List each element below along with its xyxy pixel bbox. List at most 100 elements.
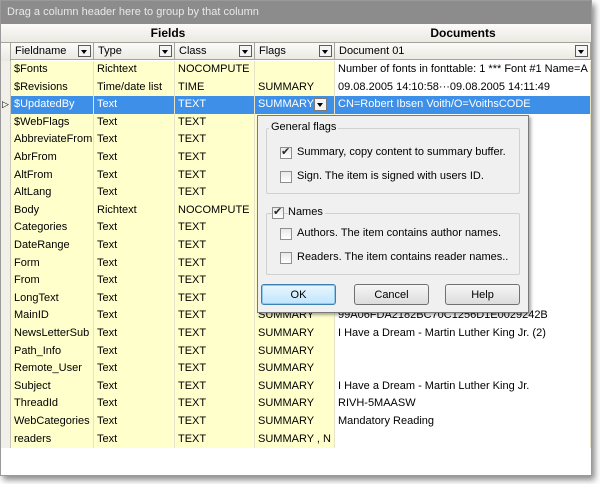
cell-fieldname[interactable]: NewsLetterSub	[11, 325, 94, 343]
cell-flags[interactable]: SUMMARY	[255, 360, 335, 378]
row-indicator[interactable]	[1, 325, 11, 343]
names-checkbox-label[interactable]: Names	[288, 206, 325, 218]
cell-flags[interactable]: SUMMARY	[255, 342, 335, 361]
cell-class[interactable]: NOCOMPUTE	[175, 201, 255, 220]
fieldname-filter-dropdown-icon[interactable]	[78, 45, 91, 57]
table-row[interactable]: ▷ $UpdatedBy Text TEXT SUMMARY CN=Robert Ibse…	[1, 96, 591, 114]
cell-document[interactable]: CN=Robert Ibsen Voith/O=VoithsCODE	[335, 96, 591, 114]
column-header-type[interactable]: Type	[94, 43, 175, 60]
cell-type[interactable]: Text	[94, 184, 175, 202]
row-indicator[interactable]	[1, 413, 11, 431]
authors-checkbox-label[interactable]: Authors. The item contains author names.	[297, 227, 501, 239]
cell-document[interactable]: 09.08.2005 14:10:58···09.08.2005 14:11:4…	[335, 78, 591, 97]
row-indicator[interactable]	[1, 377, 11, 396]
cell-class[interactable]: TEXT	[175, 307, 255, 325]
cell-fieldname[interactable]: From	[11, 272, 94, 290]
cell-class[interactable]: TEXT	[175, 131, 255, 149]
cell-fieldname[interactable]: $UpdatedBy	[11, 96, 94, 114]
cell-document[interactable]	[335, 342, 591, 361]
cell-flags[interactable]: SUMMARY	[255, 377, 335, 396]
row-indicator[interactable]	[1, 184, 11, 202]
document-filter-dropdown-icon[interactable]	[575, 45, 588, 57]
row-indicator[interactable]	[1, 78, 11, 97]
cell-fieldname[interactable]: $Fonts	[11, 61, 94, 79]
cell-class[interactable]: TEXT	[175, 430, 255, 449]
flags-editor-dropdown-icon[interactable]	[314, 98, 327, 112]
band-fields[interactable]: Fields	[1, 24, 336, 43]
cell-class[interactable]: TEXT	[175, 219, 255, 237]
row-indicator[interactable]	[1, 237, 11, 255]
cell-document[interactable]	[335, 430, 591, 449]
column-header-fieldname[interactable]: Fieldname	[11, 43, 94, 60]
row-indicator[interactable]	[1, 61, 11, 79]
cell-fieldname[interactable]: Subject	[11, 377, 94, 396]
table-row[interactable]: readers Text TEXT SUMMARY , N	[1, 430, 591, 449]
cell-type[interactable]: Text	[94, 272, 175, 290]
table-row[interactable]: WebCategories Text TEXT SUMMARY Mandatory Re…	[1, 413, 591, 431]
cell-type[interactable]: Text	[94, 254, 175, 273]
cell-document[interactable]: Number of fonts in fonttable: 1 *** Font…	[335, 61, 591, 79]
row-indicator[interactable]	[1, 149, 11, 167]
cell-document[interactable]	[335, 360, 591, 378]
cancel-button[interactable]: Cancel	[354, 284, 429, 305]
table-row[interactable]: Remote_User Text TEXT SUMMARY	[1, 360, 591, 378]
names-checkbox[interactable]	[272, 205, 284, 219]
table-row[interactable]: ThreadId Text TEXT SUMMARY RIVH-5MAASW	[1, 395, 591, 413]
row-indicator[interactable]	[1, 289, 11, 308]
cell-fieldname[interactable]: AltFrom	[11, 166, 94, 185]
cell-class[interactable]: TEXT	[175, 342, 255, 361]
cell-class[interactable]: TIME	[175, 78, 255, 97]
cell-flags[interactable]: SUMMARY	[255, 78, 335, 97]
cell-fieldname[interactable]: ThreadId	[11, 395, 94, 413]
cell-fieldname[interactable]: Body	[11, 201, 94, 220]
cell-fieldname[interactable]: DateRange	[11, 237, 94, 255]
readers-checkbox-label[interactable]: Readers. The item contains reader names.…	[297, 251, 508, 263]
cell-type[interactable]: Text	[94, 430, 175, 449]
cell-class[interactable]: TEXT	[175, 413, 255, 431]
cell-class[interactable]: TEXT	[175, 395, 255, 413]
cell-type[interactable]: Text	[94, 149, 175, 167]
cell-type[interactable]: Time/date list	[94, 78, 175, 97]
cell-type[interactable]: Text	[94, 307, 175, 325]
row-indicator[interactable]	[1, 430, 11, 449]
cell-document[interactable]: I Have a Dream - Martin Luther King Jr.	[335, 377, 591, 396]
cell-type[interactable]: Text	[94, 342, 175, 361]
cell-fieldname[interactable]: AltLang	[11, 184, 94, 202]
column-header-flags[interactable]: Flags	[255, 43, 335, 60]
row-indicator[interactable]	[1, 254, 11, 273]
row-indicator[interactable]: ▷	[1, 96, 11, 114]
row-indicator[interactable]	[1, 342, 11, 361]
cell-type[interactable]: Text	[94, 166, 175, 185]
cell-flags[interactable]: SUMMARY	[255, 413, 335, 431]
summary-checkbox[interactable]	[280, 145, 292, 159]
cell-type[interactable]: Richtext	[94, 201, 175, 220]
cell-class[interactable]: TEXT	[175, 360, 255, 378]
cell-class[interactable]: TEXT	[175, 289, 255, 308]
cell-flags[interactable]: SUMMARY	[255, 395, 335, 413]
table-row[interactable]: NewsLetterSub Text TEXT SUMMARY I Have a Dre…	[1, 325, 591, 343]
row-indicator[interactable]	[1, 360, 11, 378]
group-by-panel[interactable]: Drag a column header here to group by th…	[1, 1, 591, 24]
cell-class[interactable]: TEXT	[175, 377, 255, 396]
cell-fieldname[interactable]: MainID	[11, 307, 94, 325]
authors-checkbox[interactable]	[280, 228, 292, 240]
cell-type[interactable]: Text	[94, 360, 175, 378]
cell-class[interactable]: TEXT	[175, 149, 255, 167]
readers-checkbox[interactable]	[280, 252, 292, 264]
row-indicator[interactable]	[1, 113, 11, 132]
cell-type[interactable]: Text	[94, 219, 175, 237]
cell-class[interactable]: TEXT	[175, 113, 255, 132]
cell-type[interactable]: Richtext	[94, 61, 175, 79]
cell-type[interactable]: Text	[94, 96, 175, 114]
column-header-class[interactable]: Class	[175, 43, 255, 60]
cell-document[interactable]: I Have a Dream - Martin Luther King Jr. …	[335, 325, 591, 343]
class-filter-dropdown-icon[interactable]	[239, 45, 252, 57]
ok-button[interactable]: OK	[261, 284, 336, 305]
row-indicator[interactable]	[1, 219, 11, 237]
cell-fieldname[interactable]: AbbreviateFrom	[11, 131, 94, 149]
type-filter-dropdown-icon[interactable]	[159, 45, 172, 57]
sign-checkbox-label[interactable]: Sign. The item is signed with users ID.	[297, 170, 484, 182]
cell-type[interactable]: Text	[94, 131, 175, 149]
cell-fieldname[interactable]: LongText	[11, 289, 94, 308]
cell-fieldname[interactable]: Categories	[11, 219, 94, 237]
